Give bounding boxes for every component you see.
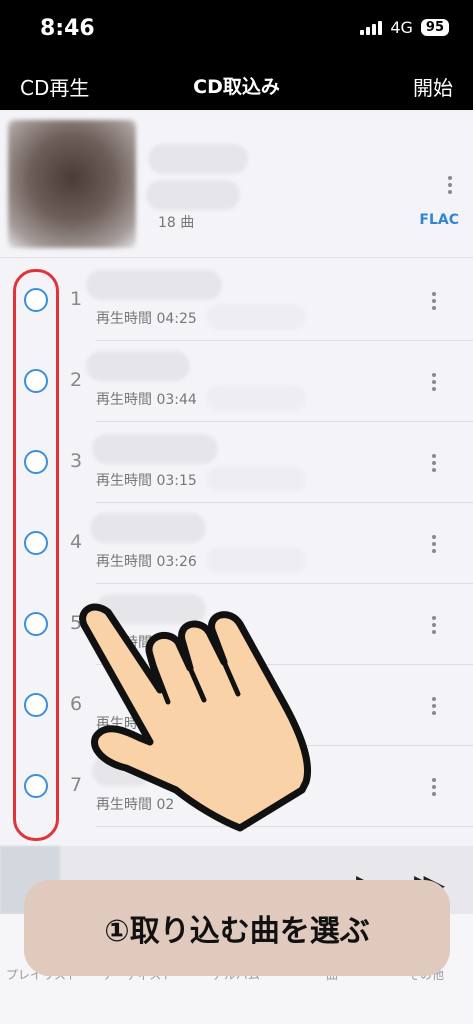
track-more-icon[interactable] xyxy=(426,778,442,796)
track-number: 4 xyxy=(69,531,83,553)
track-title-redacted xyxy=(86,270,222,300)
track-row[interactable]: 2 再生時間 03:44 xyxy=(0,341,473,422)
track-list: 1 再生時間 04:25 2 再生時間 03:44 3 再生時間 03:15 4… xyxy=(0,258,473,848)
page-title: CD取込み xyxy=(193,76,280,98)
album-artist-redacted xyxy=(146,180,240,210)
network-label: 4G xyxy=(390,18,413,37)
selection-highlight-frame xyxy=(13,269,59,841)
track-number: 5 xyxy=(69,612,83,634)
battery-icon: 95 xyxy=(420,19,449,36)
track-title-redacted xyxy=(92,434,218,464)
track-row[interactable]: 6 再生時間 xyxy=(0,665,473,746)
header-bar: 8:46 4G 95 CD再生 CD取込み 開始 xyxy=(0,0,473,110)
track-artist-redacted xyxy=(206,304,306,330)
track-more-icon[interactable] xyxy=(426,373,442,391)
track-title-redacted xyxy=(86,351,190,381)
track-artist-redacted xyxy=(206,385,306,411)
track-duration: 再生時間 02 xyxy=(96,797,175,813)
track-more-icon[interactable] xyxy=(426,616,442,634)
track-duration: 再生時間 03:26 xyxy=(96,554,197,570)
album-header: 18 曲 FLAC xyxy=(0,110,473,258)
track-row[interactable]: 4 再生時間 03:26 xyxy=(0,503,473,584)
track-more-icon[interactable] xyxy=(426,697,442,715)
track-number: 6 xyxy=(69,693,83,715)
album-more-icon[interactable] xyxy=(442,176,458,194)
format-label[interactable]: FLAC xyxy=(419,212,459,228)
track-number: 3 xyxy=(69,450,83,472)
status-time: 8:46 xyxy=(40,16,95,41)
track-title-redacted xyxy=(92,756,152,786)
row-divider xyxy=(96,826,473,827)
track-duration: 再生時間 03:15 xyxy=(96,473,197,489)
track-duration: 再生時間 04:25 xyxy=(96,311,197,327)
track-number: 7 xyxy=(69,774,83,796)
track-title-redacted xyxy=(96,594,206,624)
track-number: 1 xyxy=(69,288,83,310)
track-row[interactable]: 5 再生時間 xyxy=(0,584,473,665)
track-row[interactable]: 3 再生時間 03:15 xyxy=(0,422,473,503)
instruction-caption: ①取り込む曲を選ぶ xyxy=(24,880,450,976)
track-number: 2 xyxy=(69,369,83,391)
track-row[interactable]: 1 再生時間 04:25 xyxy=(0,260,473,341)
track-row[interactable]: 7 再生時間 02 xyxy=(0,746,473,827)
album-title-redacted xyxy=(148,144,248,174)
track-title-redacted xyxy=(90,513,206,543)
track-more-icon[interactable] xyxy=(426,535,442,553)
track-artist-redacted xyxy=(206,547,306,573)
track-count: 18 曲 xyxy=(158,215,195,231)
start-button[interactable]: 開始 xyxy=(413,72,453,101)
track-duration: 再生時間 03:44 xyxy=(96,392,197,408)
status-indicators: 4G 95 xyxy=(360,18,449,37)
track-duration: 再生時間 xyxy=(96,635,152,651)
track-more-icon[interactable] xyxy=(426,292,442,310)
track-more-icon[interactable] xyxy=(426,454,442,472)
signal-icon xyxy=(360,20,383,35)
track-artist-redacted xyxy=(206,466,306,492)
track-duration: 再生時間 xyxy=(96,716,152,732)
album-artwork xyxy=(8,120,136,248)
